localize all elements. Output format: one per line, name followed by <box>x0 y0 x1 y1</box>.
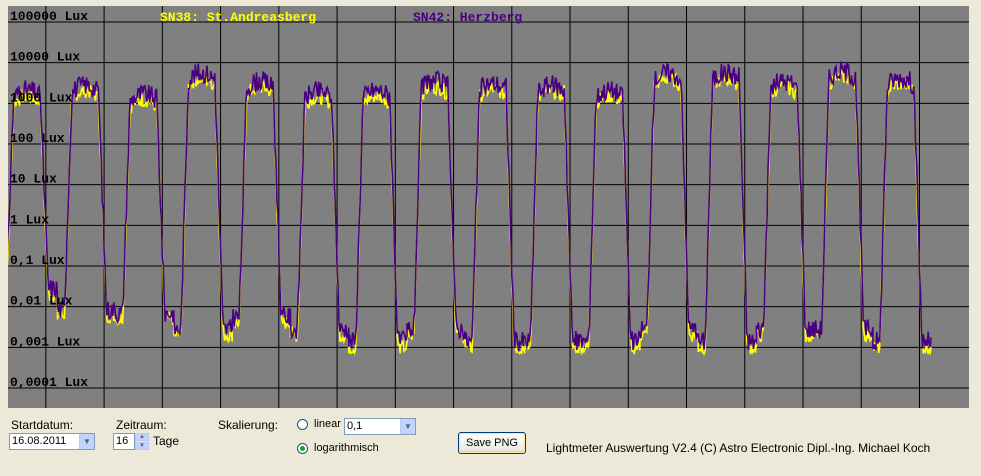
y-tick-label: 1 Lux <box>10 212 49 227</box>
y-tick-label: 0,0001 Lux <box>10 375 88 390</box>
chevron-up-icon[interactable]: ▲ <box>135 433 149 441</box>
startdatum-picker[interactable]: 16.08.2011 ▼ <box>9 433 95 450</box>
y-tick-label: 10000 Lux <box>10 50 80 65</box>
radio-logarithmisch[interactable] <box>297 443 308 454</box>
chevron-down-icon[interactable]: ▼ <box>135 442 149 450</box>
y-tick-label: 10 Lux <box>10 172 57 187</box>
legend-andreasberg: SN38: St.Andreasberg <box>160 10 316 25</box>
linear-scale-select[interactable]: 0,1 ▼ <box>344 418 416 435</box>
chevron-down-icon[interactable]: ▼ <box>79 434 94 449</box>
y-tick-label: 100 Lux <box>10 131 65 146</box>
y-tick-label: 0,001 Lux <box>10 334 80 349</box>
zeitraum-stepper[interactable]: ▲ ▼ <box>135 433 149 450</box>
y-tick-label: 1000 Lux <box>10 90 73 105</box>
lux-chart: 100000 Lux 10000 Lux 1000 Lux 100 Lux 10 Lux… <box>8 6 969 408</box>
chevron-down-icon[interactable]: ▼ <box>400 419 415 434</box>
zeitraum-label: Zeitraum: <box>116 418 167 432</box>
legend-herzberg: SN42: Herzberg <box>413 10 522 25</box>
chart-frame: 100000 Lux 10000 Lux 1000 Lux 100 Lux 10 Lux… <box>0 0 981 411</box>
radio-linear[interactable] <box>297 419 308 430</box>
linear-label: linear <box>314 418 341 430</box>
y-tick-label: 100000 Lux <box>10 9 88 24</box>
linear-scale-value: 0,1 <box>347 420 363 432</box>
startdatum-value: 16.08.2011 <box>12 435 67 447</box>
footer-credit: Lightmeter Auswertung V2.4 (C) Astro Ele… <box>546 441 931 455</box>
save-png-button[interactable]: Save PNG <box>458 432 526 454</box>
zeitraum-unit: Tage <box>153 434 180 448</box>
startdatum-label: Startdatum: <box>11 418 74 432</box>
y-tick-label: 0,01 Lux <box>10 294 73 309</box>
radio-selected-dot <box>300 446 305 451</box>
y-tick-label: 0,1 Lux <box>10 253 65 268</box>
logarithmisch-label: logarithmisch <box>314 442 379 454</box>
zeitraum-value: 16 <box>116 435 129 447</box>
zeitraum-input[interactable]: 16 <box>113 433 135 450</box>
skalierung-label: Skalierung: <box>218 418 279 432</box>
